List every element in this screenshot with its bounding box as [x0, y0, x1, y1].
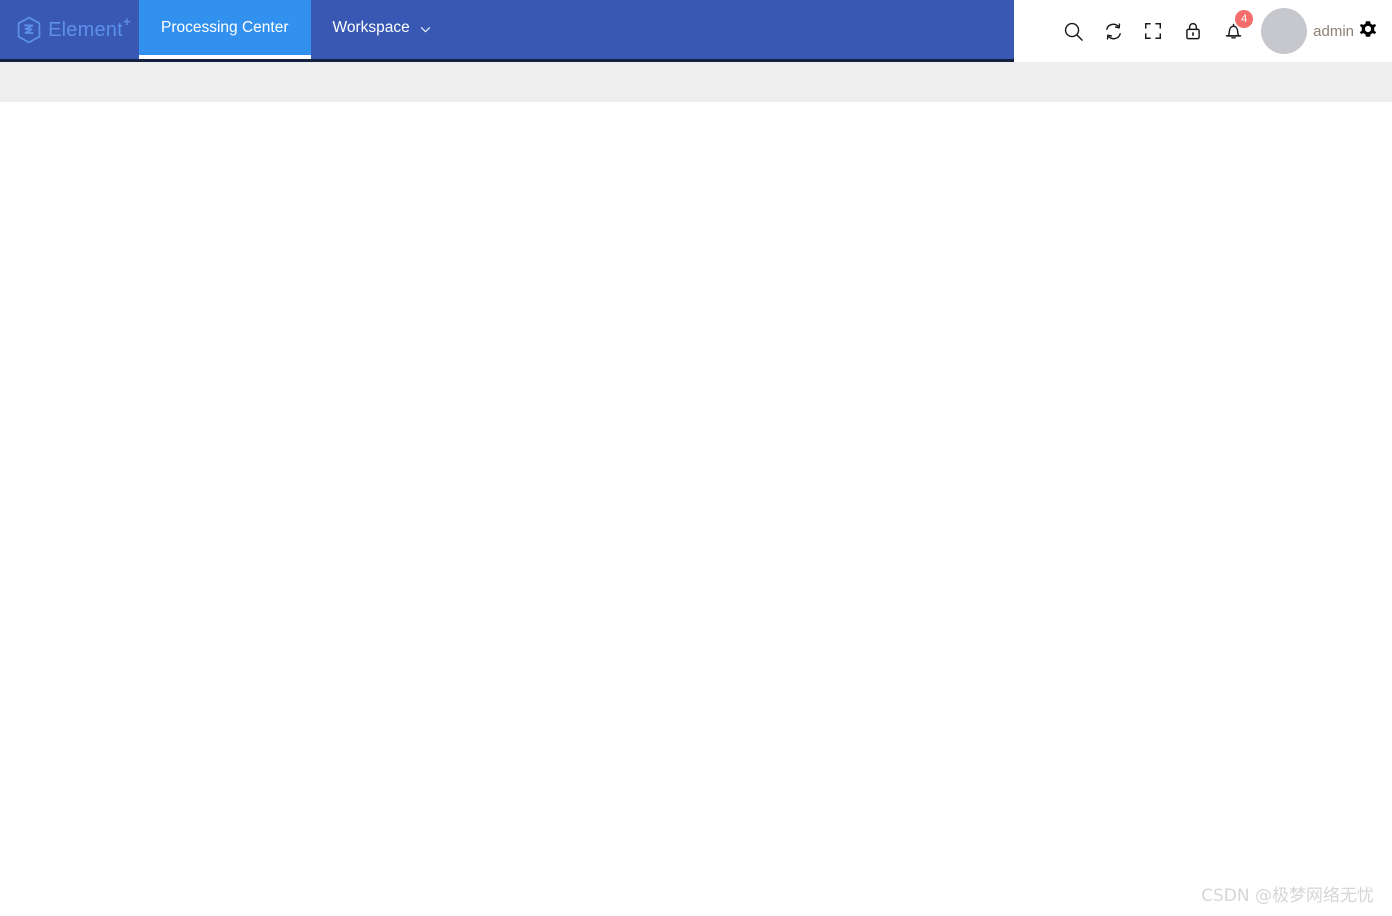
nav-item-list: Processing Center Workspace — [139, 0, 1014, 59]
breadcrumb-bar — [0, 62, 1392, 102]
brand-superscript: + — [123, 13, 131, 29]
user-menu[interactable]: admin — [1261, 8, 1356, 54]
fullscreen-button[interactable] — [1133, 11, 1173, 51]
notifications-button[interactable]: 4 — [1213, 10, 1254, 51]
refresh-button[interactable] — [1093, 11, 1133, 51]
avatar — [1261, 8, 1308, 54]
lock-icon — [1183, 21, 1203, 41]
brand-name: Element + — [48, 15, 131, 41]
nav-item-processing-center[interactable]: Processing Center — [139, 0, 311, 59]
search-button[interactable] — [1053, 11, 1093, 51]
primary-navigation-bar: Element + Processing Center Workspace — [0, 0, 1014, 62]
header-toolbar: 4 admin — [1014, 0, 1392, 62]
settings-button[interactable] — [1356, 11, 1390, 51]
notification-badge: 4 — [1235, 10, 1254, 28]
brand-logo[interactable]: Element + — [0, 0, 139, 59]
app-header: Element + Processing Center Workspace 4 … — [0, 0, 1392, 62]
nav-item-label: Workspace — [332, 18, 410, 36]
gear-icon — [1356, 17, 1380, 46]
main-content-area: CSDN @极梦网络无忧 — [0, 102, 1392, 916]
nav-item-workspace[interactable]: Workspace — [311, 0, 453, 59]
user-name-label: admin — [1313, 22, 1354, 40]
lock-screen-button[interactable] — [1173, 11, 1213, 51]
hexagon-element-logo-icon — [16, 16, 42, 44]
search-icon — [1063, 21, 1084, 42]
chevron-down-icon — [420, 22, 431, 33]
watermark-text: CSDN @极梦网络无忧 — [1201, 886, 1374, 906]
refresh-icon — [1103, 21, 1124, 42]
nav-item-label: Processing Center — [161, 18, 289, 36]
brand-name-text: Element — [48, 18, 123, 41]
fullscreen-icon — [1143, 21, 1163, 41]
